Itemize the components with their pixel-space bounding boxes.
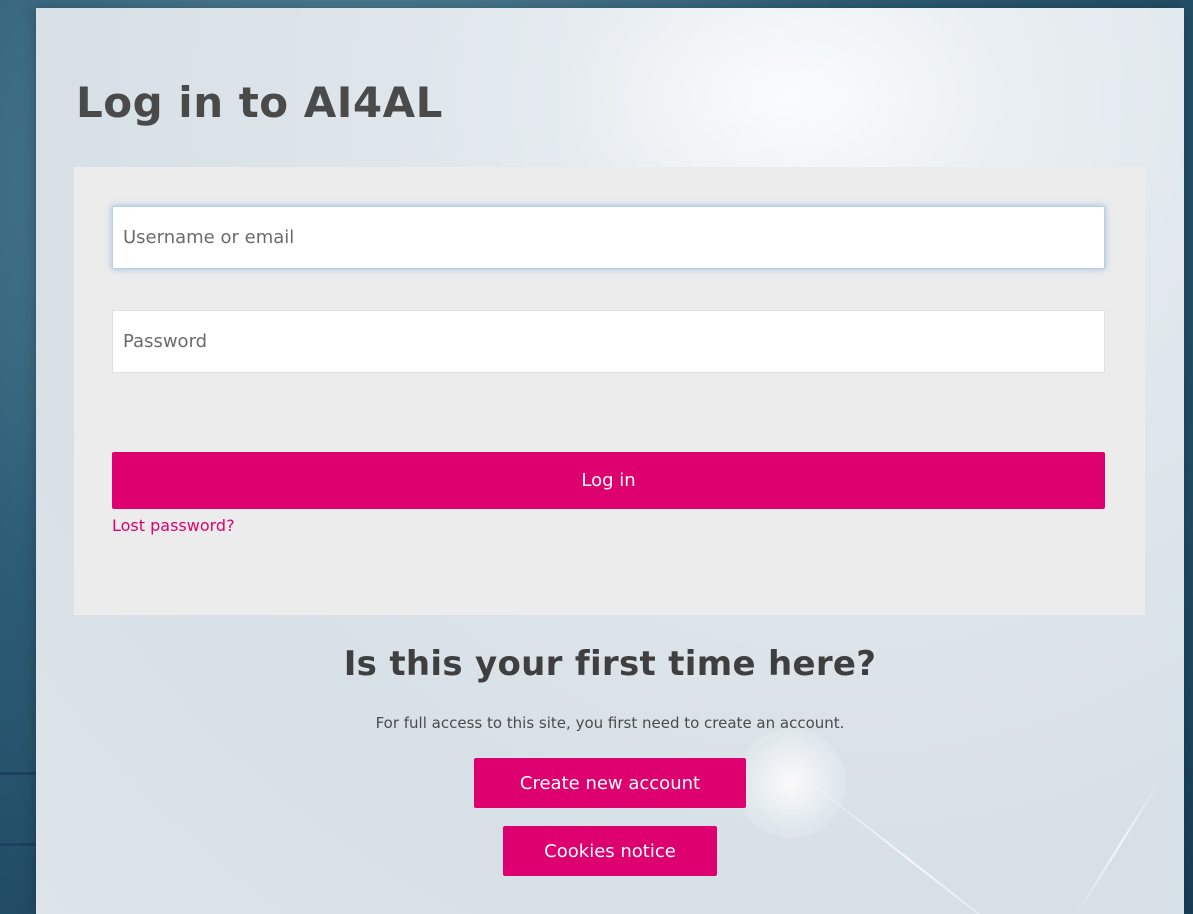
frame-decoration-line	[1184, 772, 1193, 775]
create-account-button[interactable]: Create new account	[474, 758, 746, 808]
login-page-panel: Log in to AI4AL Log in Lost password? Is…	[36, 8, 1184, 914]
login-button[interactable]: Log in	[112, 452, 1105, 509]
frame-decoration-line	[0, 843, 38, 846]
page-title: Log in to AI4AL	[76, 78, 443, 127]
frame-decoration-line	[1184, 843, 1193, 846]
cookies-notice-button[interactable]: Cookies notice	[503, 826, 717, 876]
password-input[interactable]	[112, 310, 1105, 373]
signup-description: For full access to this site, you first …	[375, 714, 845, 732]
login-form-card: Log in Lost password?	[74, 167, 1145, 615]
lost-password-link[interactable]: Lost password?	[112, 516, 235, 535]
frame-decoration-line	[0, 772, 38, 775]
username-input[interactable]	[112, 206, 1105, 269]
signup-heading: Is this your first time here?	[343, 644, 877, 684]
signup-section: Is this your first time here? For full a…	[36, 644, 1184, 876]
